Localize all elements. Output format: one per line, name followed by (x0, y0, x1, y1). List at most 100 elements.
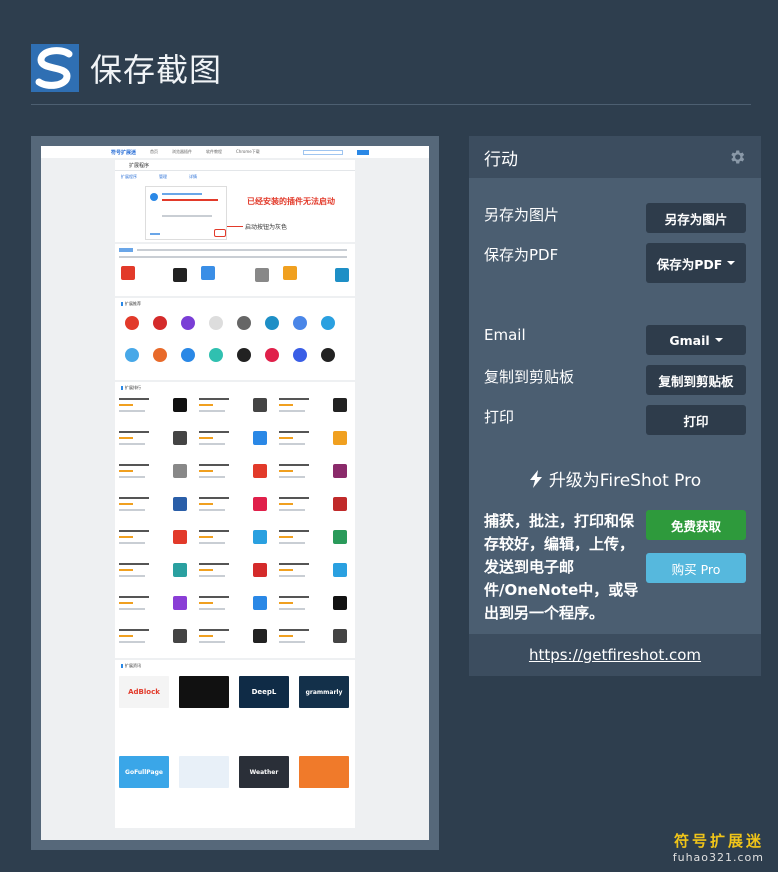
preview-rank-title (279, 431, 309, 433)
preview-section-recommend: 扩展推荐 (121, 301, 141, 307)
preview-rank-desc (279, 476, 305, 478)
preview-rank-title (279, 563, 309, 565)
preview-rank-stars (199, 569, 213, 571)
preview-rank-stars (199, 470, 213, 472)
preview-tile-tiktok (179, 676, 229, 708)
preview-rank-desc (119, 575, 145, 577)
upgrade-heading: 升级为FireShot Pro (469, 466, 761, 491)
preview-rank-desc (279, 443, 305, 445)
preview-hint: 启动按钮为灰色 (245, 224, 288, 231)
preview-rank-desc (199, 575, 225, 577)
copy-clipboard-label: 复制到剪贴板 (484, 368, 575, 386)
preview-rank-icon (253, 629, 267, 643)
preview-rank-icon (253, 464, 267, 478)
preview-rank-title (119, 497, 149, 499)
preview-rank-title (119, 629, 149, 631)
preview-rank-icon (333, 629, 347, 643)
preview-recommend-section: 扩展推荐 (115, 298, 355, 380)
preview-rank-stars (279, 437, 293, 439)
preview-rank-desc (199, 443, 225, 445)
preview-rank-stars (199, 437, 213, 439)
save-pdf-button[interactable]: 保存为PDF (646, 243, 746, 283)
preview-tile-adblock: AdBlock (119, 676, 169, 708)
upgrade-text: 升级为FireShot Pro (548, 471, 702, 491)
screenshot-preview[interactable]: 符号扩展迷 首页 浏览器插件 软件教程 Chrome下载 扩展程序 扩展程序 管… (31, 136, 439, 850)
preview-notice: 已经安装的插件无法启动 (247, 197, 335, 206)
preview-site-name: 符号扩展迷 (111, 149, 137, 156)
preview-rank-title (199, 464, 229, 466)
preview-topbar: 符号扩展迷 首页 浏览器插件 软件教程 Chrome下载 (41, 146, 429, 158)
preview-rank-stars (119, 404, 133, 406)
preview-rank-icon (173, 629, 187, 643)
preview-rank-desc (279, 575, 305, 577)
preview-search-button (357, 149, 369, 155)
preview-rank-stars (279, 635, 293, 637)
preview-category-bar (115, 244, 355, 296)
preview-rank-stars (279, 404, 293, 406)
fireshot-link[interactable]: https://getfireshot.com (529, 646, 701, 664)
preview-rank-icon (253, 563, 267, 577)
copy-clipboard-button[interactable]: 复制到剪贴板 (646, 365, 746, 395)
preview-rank-title (119, 530, 149, 532)
preview-nav-chrome: Chrome下载 (236, 149, 260, 154)
preview-rank-icon (253, 431, 267, 445)
preview-rank-stars (279, 569, 293, 571)
watermark-line1: 符号扩展迷 (673, 832, 764, 850)
preview-rank-title (279, 398, 309, 400)
preview-rank-title (279, 530, 309, 532)
preview-rank-desc (279, 410, 305, 412)
preview-rank-icon (173, 530, 187, 544)
preview-rank-stars (279, 602, 293, 604)
preview-rank-desc (199, 542, 225, 544)
preview-rank-stars (119, 569, 133, 571)
header-divider (31, 104, 751, 105)
preview-rank-desc (119, 509, 145, 511)
preview-ext-label: 扩展程序 (129, 163, 150, 169)
preview-rank-stars (279, 470, 293, 472)
preview-rank-desc (119, 410, 145, 412)
preview-rank-icon (173, 398, 187, 412)
gmail-button[interactable]: Gmail (646, 325, 746, 355)
preview-rank-stars (279, 536, 293, 538)
gear-icon[interactable] (728, 148, 746, 166)
preview-rank-icon (173, 596, 187, 610)
preview-rank-title (199, 563, 229, 565)
email-label: Email (484, 326, 526, 344)
preview-rank-icon (253, 530, 267, 544)
preview-rank-stars (119, 503, 133, 505)
preview-tab-3: 详情 (189, 174, 197, 179)
preview-rank-desc (119, 608, 145, 610)
preview-rank-stars (119, 536, 133, 538)
preview-rank-stars (199, 602, 213, 604)
preview-rank-icon (173, 431, 187, 445)
gmail-button-label: Gmail (669, 332, 710, 348)
preview-rank-icon (253, 497, 267, 511)
save-image-label: 另存为图片 (484, 206, 560, 224)
buy-pro-button[interactable]: 购买 Pro (646, 553, 746, 583)
preview-rank-icon (173, 497, 187, 511)
preview-nav-plugins: 浏览器插件 (172, 149, 193, 154)
preview-rank-stars (119, 437, 133, 439)
preview-rank-icon (333, 530, 347, 544)
preview-rank-title (279, 464, 309, 466)
preview-nav-tutorials: 软件教程 (206, 149, 223, 154)
chevron-down-icon (727, 261, 736, 265)
page-header: 保存截图 (31, 44, 222, 92)
fireshot-logo-icon (31, 44, 79, 92)
preview-rank-desc (279, 542, 305, 544)
free-get-button[interactable]: 免费获取 (646, 510, 746, 540)
preview-page: 符号扩展迷 首页 浏览器插件 软件教程 Chrome下载 扩展程序 扩展程序 管… (41, 146, 429, 840)
lightning-icon (529, 469, 542, 488)
panel-footer: https://getfireshot.com (469, 634, 761, 676)
preview-rank-desc (199, 476, 225, 478)
print-button[interactable]: 打印 (646, 405, 746, 435)
preview-rank-stars (199, 404, 213, 406)
save-pdf-label: 保存为PDF (484, 246, 559, 264)
preview-tile-deepl: DeepL (239, 676, 289, 708)
preview-rank-stars (119, 602, 133, 604)
preview-rank-title (119, 431, 149, 433)
preview-rank-desc (119, 641, 145, 643)
preview-tile-grammarly: grammarly (299, 676, 349, 708)
preview-rank-title (279, 629, 309, 631)
save-image-button[interactable]: 另存为图片 (646, 203, 746, 233)
